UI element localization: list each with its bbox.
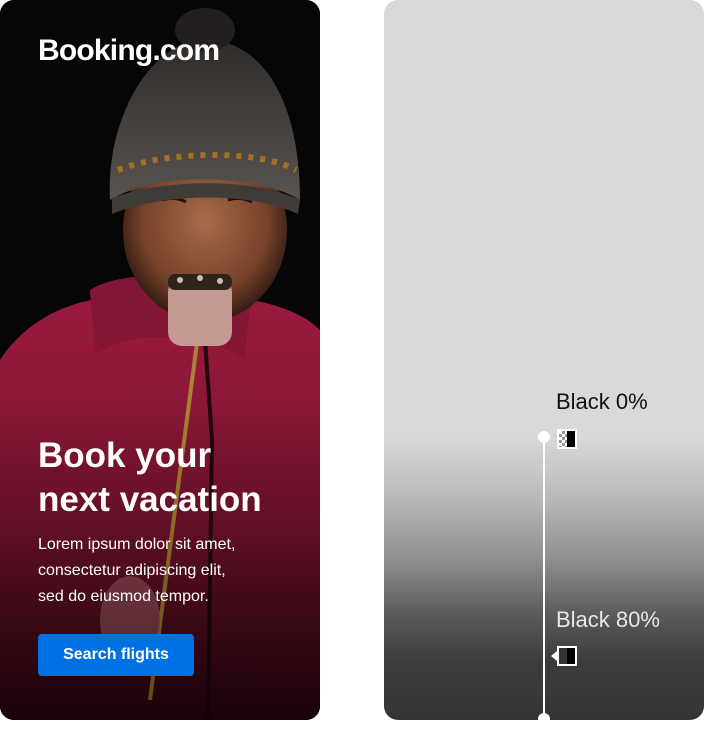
headline-line: next vacation: [38, 480, 262, 519]
color-swatch-half: [567, 431, 575, 447]
headline-line: Book your: [38, 436, 212, 475]
search-flights-button[interactable]: Search flights: [38, 634, 194, 676]
gradient-track[interactable]: [543, 437, 545, 719]
gradient-start-swatch[interactable]: [557, 429, 577, 449]
body-line: Lorem ipsum dolor sit amet,: [38, 536, 236, 553]
gradient-end-label: Black 80%: [556, 607, 660, 632]
body-line: consectetur adipiscing elit,: [38, 562, 226, 579]
ad-card: Booking.com Book your next vacation Lore…: [0, 0, 320, 720]
body-text: Lorem ipsum dolor sit amet, consectetur …: [38, 532, 298, 610]
gradient-start-label: Black 0%: [556, 389, 648, 414]
booking-logo[interactable]: Booking.com: [38, 34, 220, 68]
body-line: sed do eiusmod tempor.: [38, 588, 209, 605]
gradient-end-handle[interactable]: [538, 713, 550, 725]
opacity-swatch-half: [559, 648, 567, 664]
color-swatch-half: [567, 648, 575, 664]
hero-photo: [0, 0, 320, 720]
transparent-swatch-half: [559, 431, 567, 447]
gradient-start-handle[interactable]: [538, 431, 550, 443]
gradient-end-swatch[interactable]: [557, 646, 577, 666]
headline: Book your next vacation: [38, 434, 308, 522]
